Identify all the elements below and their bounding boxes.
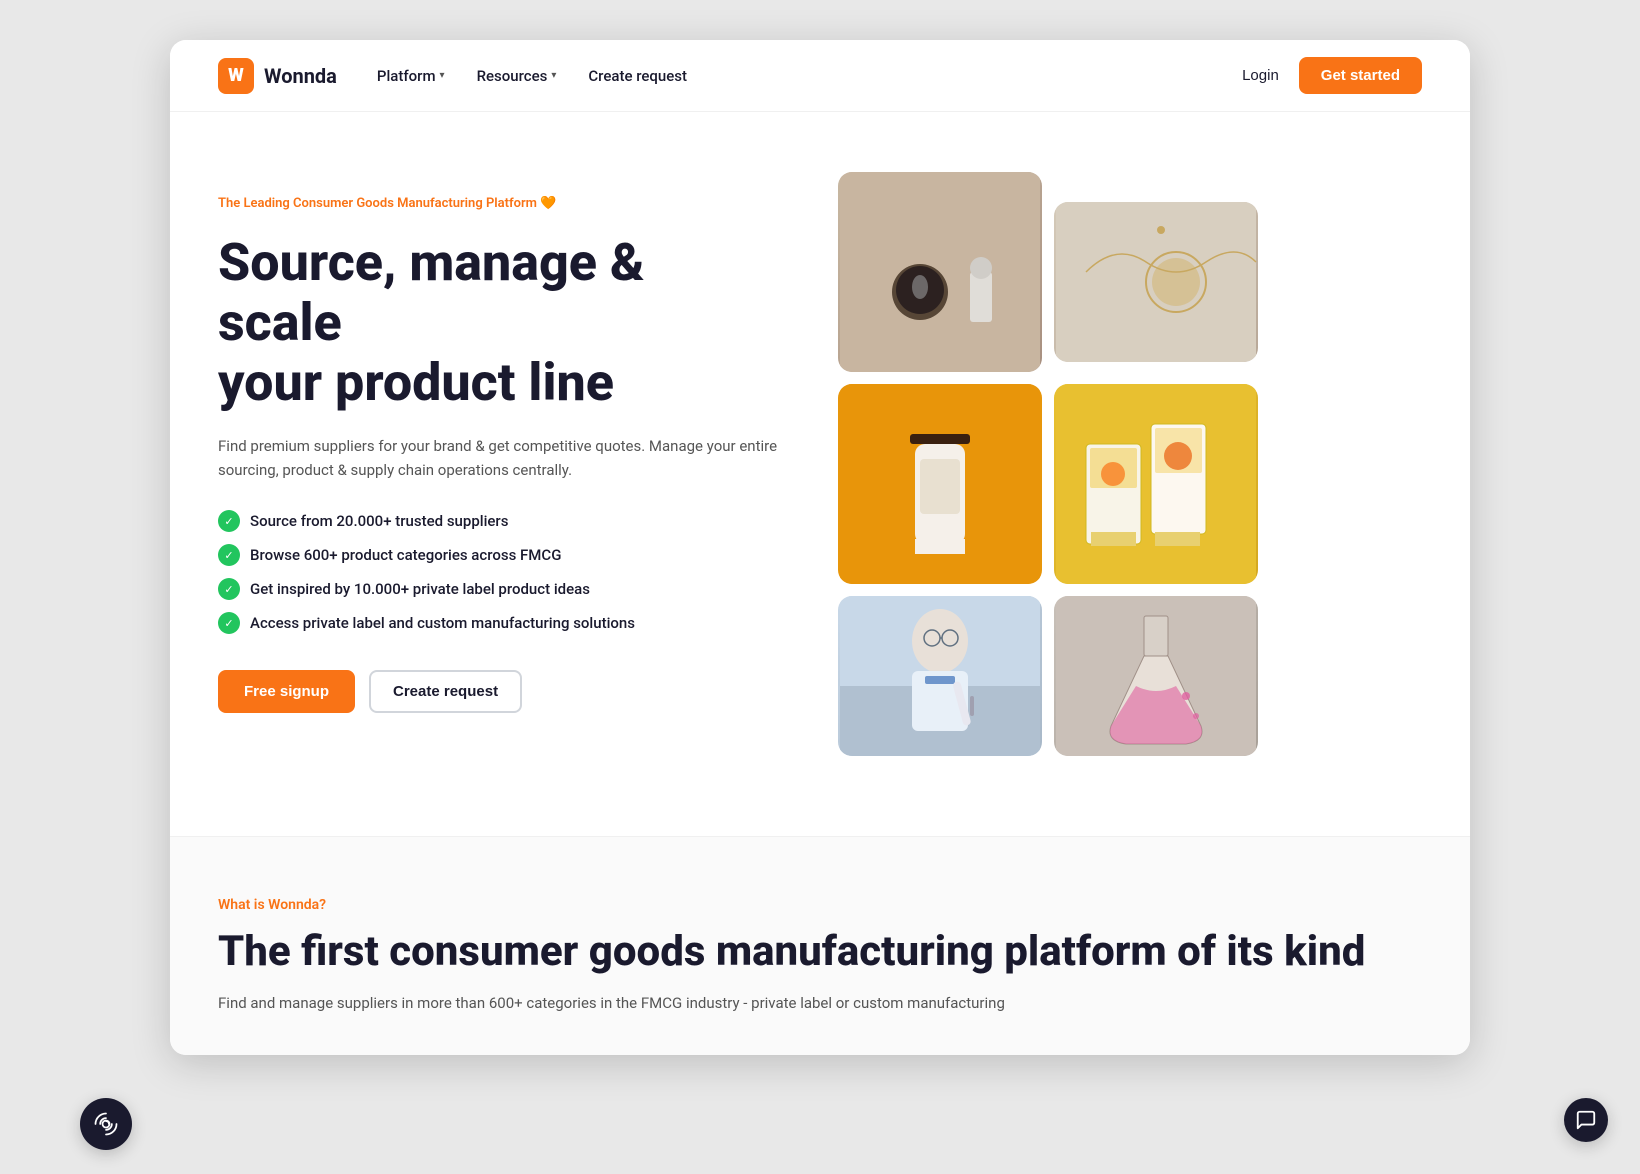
free-signup-button[interactable]: Free signup [218,670,355,713]
section-desc: Find and manage suppliers in more than 6… [218,991,1422,1015]
brand-name: Wonnda [264,64,337,88]
navbar: W Wonnda Platform ▾ Resources ▾ Create r… [170,40,1470,112]
feature-text-3: Get inspired by 10.000+ private label pr… [250,580,590,598]
check-icon-2: ✓ [218,544,240,566]
hero-image-packaging [1054,384,1258,584]
feature-text-2: Browse 600+ product categories across FM… [250,546,561,564]
nav-links: Platform ▾ Resources ▾ Create request [377,67,1242,85]
second-section: What is Wonnda? The first consumer goods… [170,836,1470,1055]
nav-platform[interactable]: Platform ▾ [377,67,445,85]
hero-title: Source, manage & scale your product line [218,233,778,412]
hero-image-lab [838,596,1042,756]
check-icon-4: ✓ [218,612,240,634]
hero-content: The Leading Consumer Goods Manufacturing… [218,172,778,713]
feature-item-3: ✓ Get inspired by 10.000+ private label … [218,578,778,600]
login-button[interactable]: Login [1242,67,1279,84]
hero-section: The Leading Consumer Goods Manufacturing… [170,112,1470,836]
logo[interactable]: W Wonnda [218,58,337,94]
hero-image-grid [838,172,1258,756]
create-request-button[interactable]: Create request [369,670,522,713]
section-badge: What is Wonnda? [218,897,1422,913]
feature-item-1: ✓ Source from 20.000+ trusted suppliers [218,510,778,532]
hero-image-flask [1054,596,1258,756]
hero-image-jewelry [1054,202,1258,362]
feature-item-4: ✓ Access private label and custom manufa… [218,612,778,634]
hero-cta: Free signup Create request [218,670,778,713]
section-title: The first consumer goods manufacturing p… [218,927,1422,977]
nav-create-request[interactable]: Create request [588,67,687,85]
nav-right: Login Get started [1242,57,1422,94]
logo-icon: W [218,58,254,94]
feature-item-2: ✓ Browse 600+ product categories across … [218,544,778,566]
check-icon-1: ✓ [218,510,240,532]
feature-text-1: Source from 20.000+ trusted suppliers [250,512,508,530]
fingerprint-widget[interactable] [80,1098,132,1150]
hero-image-bottle [838,384,1042,584]
hero-badge: The Leading Consumer Goods Manufacturing… [218,196,556,211]
get-started-button[interactable]: Get started [1299,57,1422,94]
chat-widget[interactable] [1564,1098,1608,1142]
nav-resources[interactable]: Resources ▾ [477,67,557,85]
feature-list: ✓ Source from 20.000+ trusted suppliers … [218,510,778,634]
resources-chevron-icon: ▾ [551,70,556,81]
feature-text-4: Access private label and custom manufact… [250,614,635,632]
hero-subtitle: Find premium suppliers for your brand & … [218,434,778,482]
platform-chevron-icon: ▾ [440,70,445,81]
check-icon-3: ✓ [218,578,240,600]
hero-image-cosmetics [838,172,1042,372]
